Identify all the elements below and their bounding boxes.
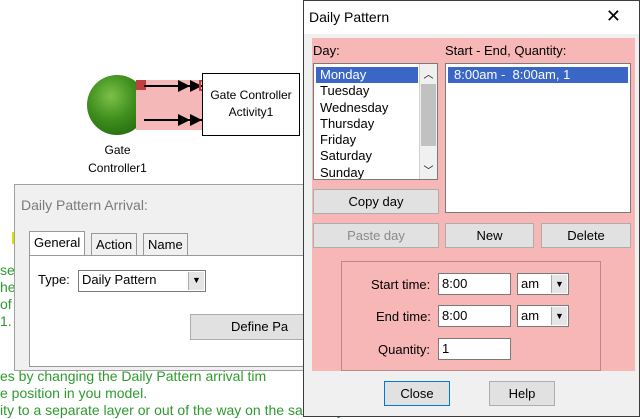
- tab-name[interactable]: Name: [143, 233, 188, 257]
- start-time-field[interactable]: 8:00: [438, 273, 511, 295]
- general-tab-panel: Type: Daily Pattern ▼ Define Pa: [29, 255, 330, 367]
- new-button[interactable]: New: [445, 223, 534, 248]
- chevron-down-icon: ▼: [188, 272, 204, 290]
- entries-listbox[interactable]: 8:00am - 8:00am, 1: [445, 63, 631, 213]
- entries-label: Start - End, Quantity:: [445, 43, 567, 58]
- start-time-label: Start time:: [371, 277, 431, 292]
- start-ampm-value: am: [521, 276, 540, 291]
- tab-general[interactable]: General: [29, 231, 86, 256]
- end-time-field[interactable]: 8:00: [438, 305, 511, 327]
- list-item[interactable]: Thursday: [316, 116, 418, 132]
- daily-pattern-arrival-dialog: Daily Pattern Arrival: General Action Na…: [14, 184, 330, 371]
- activity-node[interactable]: Gate Controller Activity1: [202, 73, 300, 136]
- end-ampm-select[interactable]: am ▼: [517, 305, 569, 327]
- list-item[interactable]: Wednesday: [316, 100, 418, 116]
- start-ampm-select[interactable]: am ▼: [517, 273, 569, 295]
- title-bar: Daily Pattern ✕: [304, 1, 639, 34]
- dialog-title: Daily Pattern: [309, 9, 390, 25]
- connector-arrows[interactable]: [136, 76, 208, 132]
- copy-day-button[interactable]: Copy day: [313, 189, 439, 214]
- activity-label: Gate Controller Activity1: [210, 88, 292, 119]
- chevron-down-icon: ▼: [551, 307, 567, 325]
- list-item[interactable]: Friday: [316, 132, 418, 148]
- type-select-value: Daily Pattern: [82, 272, 157, 287]
- day-listbox[interactable]: Monday Tuesday Wednesday Thursday Friday…: [313, 63, 438, 180]
- help-button[interactable]: Help: [489, 381, 555, 406]
- close-icon[interactable]: ✕: [606, 6, 621, 27]
- close-button[interactable]: Close: [384, 381, 450, 406]
- chevron-down-icon[interactable]: ﹀: [420, 162, 437, 177]
- type-select[interactable]: Daily Pattern ▼: [78, 270, 206, 292]
- list-item[interactable]: Sunday: [316, 165, 418, 179]
- type-label: Type:: [38, 272, 70, 287]
- paste-day-button[interactable]: Paste day: [313, 223, 439, 248]
- chevron-up-icon[interactable]: ︿: [420, 66, 437, 81]
- end-ampm-value: am: [521, 308, 540, 323]
- end-time-label: End time:: [376, 309, 431, 324]
- daily-pattern-dialog: Daily Pattern ✕ Day: Start - End, Quanti…: [303, 0, 640, 417]
- day-label: Day:: [313, 43, 340, 58]
- day-scrollbar[interactable]: ︿ ﹀: [419, 64, 437, 179]
- quantity-field[interactable]: 1: [438, 338, 511, 360]
- delete-button[interactable]: Delete: [541, 223, 631, 248]
- chevron-down-icon: ▼: [551, 275, 567, 293]
- gate-controller-label: Gate Controller1: [88, 143, 147, 175]
- list-item[interactable]: Monday: [316, 67, 418, 84]
- scrollbar-thumb[interactable]: [421, 84, 436, 146]
- list-item[interactable]: Saturday: [316, 148, 418, 164]
- quantity-label: Quantity:: [378, 342, 431, 357]
- bg-dialog-title: Daily Pattern Arrival:: [21, 197, 148, 213]
- tab-action[interactable]: Action: [91, 233, 138, 257]
- list-item[interactable]: Tuesday: [316, 83, 418, 99]
- list-item[interactable]: 8:00am - 8:00am, 1: [448, 67, 628, 84]
